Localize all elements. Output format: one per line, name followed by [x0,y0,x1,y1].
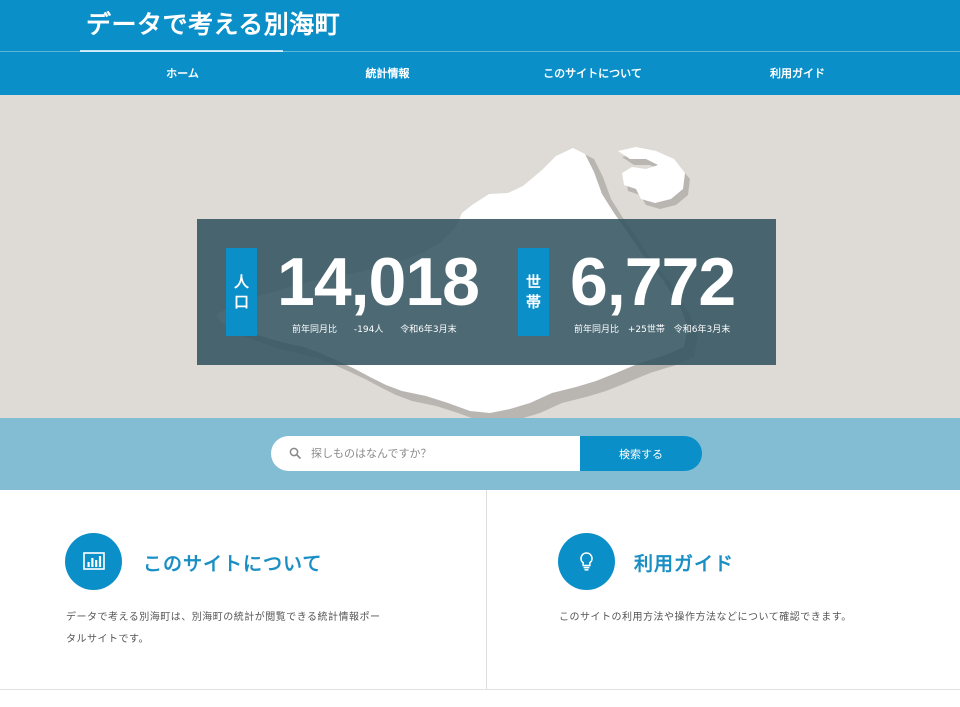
households-tag-char-1: 世 [525,273,541,291]
card-guide-text-line-1: このサイトの利用方法や操作方法などについて確認できます。 [559,612,852,623]
bottom-divider [0,689,960,690]
households-as-of: 令和6年3月末 [673,325,731,335]
hero-section: 人 口 14,018 前年同月比 -194人 令和6年3月末 世 帯 6,772… [0,95,960,418]
households-tag-char-2: 帯 [525,293,541,311]
search-input[interactable] [311,436,571,471]
search-button[interactable]: 検索する [580,436,702,471]
card-about-title[interactable]: このサイトについて [143,549,322,576]
households-compare-value: +25世帯 [627,325,665,335]
card-guide-text: このサイトの利用方法や操作方法などについて確認できます。 [559,607,852,629]
population-compare-value: -194人 [353,325,384,335]
search-box [271,436,581,471]
households-value: 6,772 [570,244,736,320]
population-compare-label: 前年同月比 [292,325,338,335]
stats-panel: 人 口 14,018 前年同月比 -194人 令和6年3月末 世 帯 6,772… [197,219,776,365]
nav-item-guide[interactable]: 利用ガイド [695,52,900,95]
population-tag-char-1: 人 [233,273,249,291]
population-tag-char-2: 口 [233,293,249,311]
card-about-text-line-1: データで考える別海町は、別海町の統計が閲覧できる統計情報ポー [66,612,381,623]
population-compare: 前年同月比 -194人 令和6年3月末 [292,322,471,335]
households-tag: 世 帯 [518,248,549,336]
nav-item-about[interactable]: このサイトについて [490,52,695,95]
site-header: データで考える別海町 ホーム 統計情報 このサイトについて 利用ガイド [0,0,960,95]
search-band: 検索する [0,418,960,490]
nav-item-statistics[interactable]: 統計情報 [285,52,490,95]
households-compare-label: 前年同月比 [574,325,620,335]
bar-chart-icon [65,533,122,590]
population-value: 14,018 [277,244,480,320]
info-cards: このサイトについて データで考える別海町は、別海町の統計が閲覧できる統計情報ポー… [0,490,960,690]
population-tag: 人 口 [226,248,257,336]
population-as-of: 令和6年3月末 [400,325,457,335]
site-title[interactable]: データで考える別海町 [86,6,340,44]
card-divider [486,490,487,690]
main-nav: ホーム 統計情報 このサイトについて 利用ガイド [80,52,900,95]
lightbulb-icon [558,533,615,590]
card-about-text-line-2: タルサイトです。 [66,634,149,645]
households-compare: 前年同月比 +25世帯 令和6年3月末 [574,322,744,335]
search-icon [289,447,301,459]
card-about-text: データで考える別海町は、別海町の統計が閲覧できる統計情報ポー タルサイトです。 [66,607,381,651]
card-guide-title[interactable]: 利用ガイド [634,549,734,576]
nav-item-home[interactable]: ホーム [80,52,285,95]
